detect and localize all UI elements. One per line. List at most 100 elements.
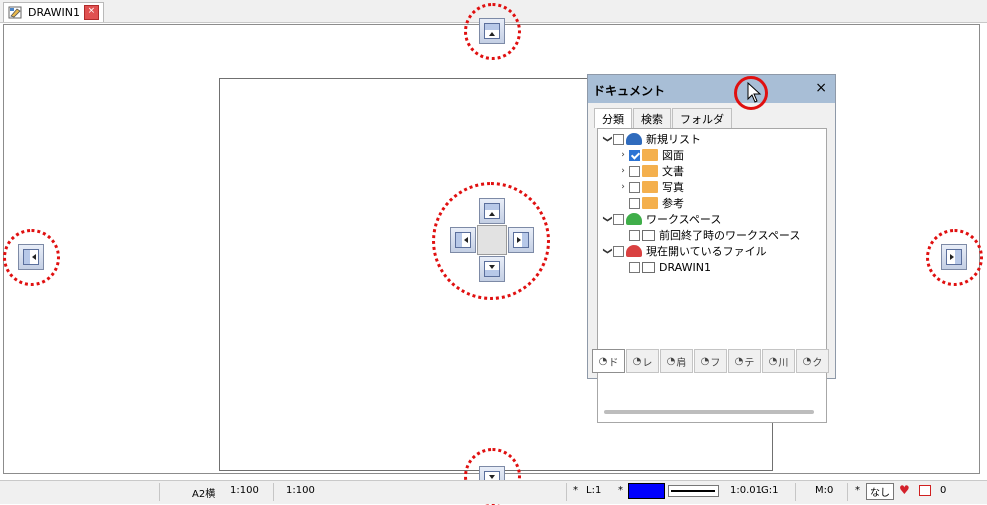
calendar-icon[interactable] bbox=[919, 485, 931, 496]
scale-value-2[interactable]: 1:100 bbox=[286, 485, 315, 496]
tree-checkbox[interactable] bbox=[629, 261, 640, 273]
expand-chevron-icon[interactable]: ❯ bbox=[602, 213, 612, 225]
panel-bottom-tab[interactable]: ◔ レ bbox=[626, 349, 659, 373]
document-icon bbox=[642, 229, 655, 241]
tree-checkbox[interactable] bbox=[629, 149, 640, 161]
tree-checkbox[interactable] bbox=[629, 181, 640, 193]
expand-chevron-icon[interactable]: › bbox=[617, 150, 629, 160]
folder-icon bbox=[642, 197, 658, 209]
tree-item[interactable]: › 文書 bbox=[617, 163, 684, 179]
tab-search[interactable]: 検索 bbox=[633, 108, 671, 128]
star-marker-2: * bbox=[618, 485, 623, 496]
cloud-blue-icon bbox=[626, 133, 642, 145]
star-marker-3: * bbox=[855, 485, 860, 496]
tree-item-label: 新規リスト bbox=[646, 133, 701, 146]
expand-chevron-icon[interactable]: ❯ bbox=[602, 133, 612, 145]
panel-title-bar[interactable]: ドキュメント × bbox=[588, 75, 835, 103]
panel-bottom-tab[interactable]: ◔ テ bbox=[728, 349, 761, 373]
palette-icon: ◔ bbox=[802, 355, 812, 367]
panel-bottom-tab[interactable]: ◔ 川 bbox=[762, 349, 795, 373]
dock-top-guide[interactable] bbox=[479, 18, 505, 44]
panel-bottom-tab-label: テ bbox=[744, 357, 755, 369]
tree-checkbox[interactable] bbox=[629, 165, 640, 177]
tree-checkbox[interactable] bbox=[629, 229, 640, 241]
scale-value-1[interactable]: 1:100 bbox=[230, 485, 259, 496]
tree-item-label: 文書 bbox=[662, 165, 684, 178]
compass-right-icon bbox=[513, 232, 529, 248]
count-indicator: 0 bbox=[940, 485, 947, 496]
panel-bottom-tab[interactable]: ◔ ド bbox=[592, 349, 625, 373]
folder-icon bbox=[642, 181, 658, 193]
panel-bottom-tabs: ◔ ド ◔ レ ◔ 肩 ◔ フ ◔ テ ◔ 川 ◔ ク bbox=[592, 349, 830, 373]
compass-right-guide[interactable] bbox=[508, 227, 534, 253]
compass-bottom-guide[interactable] bbox=[479, 256, 505, 282]
tab-label: DRAWIN1 bbox=[28, 6, 80, 19]
tree-item[interactable]: ❯ 新規リスト bbox=[601, 131, 701, 147]
panel-bottom-tab-label: レ bbox=[642, 357, 653, 369]
dock-top-icon bbox=[484, 23, 500, 39]
tree-item[interactable]: ❯ 現在開いているファイル bbox=[601, 243, 767, 259]
tree-checkbox[interactable] bbox=[613, 213, 624, 225]
hatch-selector[interactable]: なし bbox=[866, 483, 894, 500]
tree-item[interactable]: DRAWIN1 bbox=[617, 259, 711, 275]
tree-item[interactable]: 参考 bbox=[617, 195, 684, 211]
dock-compass bbox=[447, 195, 537, 285]
palette-icon: ◔ bbox=[734, 355, 744, 367]
panel-bottom-tab-label: ク bbox=[812, 357, 823, 369]
panel-tabs: 分類 検索 フォルダ bbox=[594, 108, 733, 128]
close-panel-icon[interactable]: × bbox=[815, 80, 827, 96]
tab-drawin1[interactable]: DRAWIN1 × bbox=[3, 2, 104, 22]
tree-item-label: 参考 bbox=[662, 197, 684, 210]
tab-folder[interactable]: フォルダ bbox=[672, 108, 732, 128]
compass-left-icon bbox=[455, 232, 471, 248]
dock-right-guide[interactable] bbox=[941, 244, 967, 270]
mouse-pointer-icon bbox=[747, 82, 762, 103]
document-icon bbox=[642, 261, 655, 273]
document-panel[interactable]: ドキュメント × 分類 検索 フォルダ ❯ 新規リスト › 図面 › 文書 › 写真参考 ❯ ワー… bbox=[587, 74, 836, 423]
group-indicator[interactable]: G:1 bbox=[761, 485, 778, 496]
mode-indicator[interactable]: M:0 bbox=[815, 485, 833, 496]
line-type-sample[interactable] bbox=[668, 485, 719, 497]
tree-checkbox[interactable] bbox=[629, 197, 640, 209]
dock-compass-center[interactable] bbox=[477, 225, 507, 255]
expand-chevron-icon[interactable]: › bbox=[617, 166, 629, 176]
panel-bottom-tab-label: 肩 bbox=[676, 357, 687, 369]
panel-bottom-tab-label: ド bbox=[608, 357, 619, 369]
tree-checkbox[interactable] bbox=[613, 245, 624, 257]
horizontal-scrollbar[interactable] bbox=[604, 410, 814, 414]
drawing-file-icon bbox=[8, 6, 24, 20]
folder-icon bbox=[642, 165, 658, 177]
palette-icon: ◔ bbox=[666, 355, 676, 367]
tree-item[interactable]: ❯ ワークスペース bbox=[601, 211, 721, 227]
layer-indicator[interactable]: L:1 bbox=[586, 485, 601, 496]
dock-right-icon bbox=[946, 249, 962, 265]
panel-bottom-tab[interactable]: ◔ ク bbox=[796, 349, 829, 373]
status-bar: A2横 1:100 1:100 * L:1 * 1:0.01 G:1 M:0 *… bbox=[0, 480, 987, 504]
compass-top-icon bbox=[484, 203, 500, 219]
heart-icon[interactable]: ♥ bbox=[899, 483, 910, 497]
cloud-green-icon bbox=[626, 213, 642, 225]
close-tab-icon[interactable]: × bbox=[83, 5, 99, 20]
compass-bottom-icon bbox=[484, 261, 500, 277]
panel-bottom-tab[interactable]: ◔ フ bbox=[694, 349, 727, 373]
panel-bottom-tab-label: 川 bbox=[778, 357, 789, 369]
cloud-red-icon bbox=[626, 245, 642, 257]
tree-item[interactable]: › 写真 bbox=[617, 179, 684, 195]
expand-chevron-icon[interactable]: › bbox=[617, 182, 629, 192]
dock-left-guide[interactable] bbox=[18, 244, 44, 270]
tree-item[interactable]: 前回終了時のワークスペース bbox=[617, 227, 800, 243]
expand-chevron-icon[interactable]: ❯ bbox=[602, 245, 612, 257]
tab-category[interactable]: 分類 bbox=[594, 108, 632, 128]
line-scale[interactable]: 1:0.01 bbox=[730, 485, 762, 496]
color-swatch[interactable] bbox=[628, 483, 665, 499]
tree-item-label: DRAWIN1 bbox=[659, 260, 711, 274]
compass-left-guide[interactable] bbox=[450, 227, 476, 253]
document-tree[interactable]: ❯ 新規リスト › 図面 › 文書 › 写真参考 ❯ ワークスペース 前回終了時のワークスペース ❯ 現… bbox=[597, 128, 827, 423]
folder-icon bbox=[642, 149, 658, 161]
compass-top-guide[interactable] bbox=[479, 198, 505, 224]
panel-title: ドキュメント bbox=[593, 84, 666, 98]
tree-checkbox[interactable] bbox=[613, 133, 624, 145]
panel-bottom-tab[interactable]: ◔ 肩 bbox=[660, 349, 693, 373]
tree-item[interactable]: › 図面 bbox=[617, 147, 684, 163]
tree-item-label: 図面 bbox=[662, 149, 684, 162]
